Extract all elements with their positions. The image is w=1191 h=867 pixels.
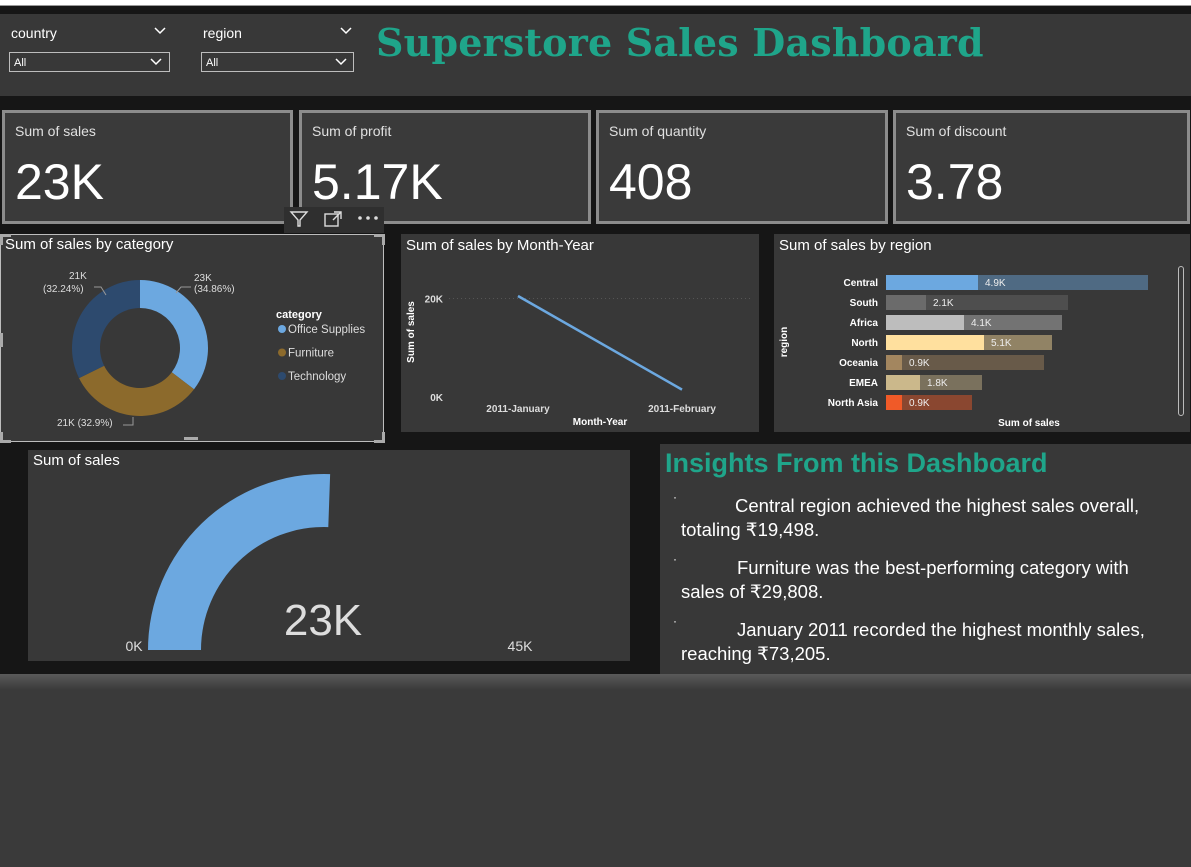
x-axis-title: Sum of sales <box>998 418 1060 429</box>
kpi-label: Sum of quantity <box>609 123 707 139</box>
legend-swatch <box>278 348 286 357</box>
gauge-chart: 23K 0K 45K <box>125 474 534 654</box>
slice-pct-label: (32.24%) <box>43 284 84 295</box>
bar <box>886 395 902 410</box>
insight-line: totaling ₹19,498. <box>681 519 820 540</box>
bar <box>886 275 978 290</box>
country-dropdown-value: All <box>14 57 27 69</box>
region-dropdown[interactable]: All <box>201 52 354 72</box>
line-chart: 20K 0K 2011-January 2011-February Month-Year… <box>406 294 751 428</box>
kpi-value: 5.17K <box>312 154 443 210</box>
kpi-card-quantity[interactable]: Sum of quantity 408 <box>596 110 888 224</box>
category-label: Africa <box>850 318 879 329</box>
focus-mode-icon[interactable] <box>323 210 343 228</box>
slice-value-label: 23K <box>194 273 212 284</box>
bar <box>886 315 964 330</box>
y-tick-label: 20K <box>425 294 444 305</box>
bar <box>886 295 926 310</box>
month-year-line-panel[interactable]: Sum of sales by Month-Year 20K 0K 2011-Jan… <box>401 234 759 432</box>
sales-gauge-panel[interactable]: Sum of sales 23K 0K 45K <box>28 450 630 661</box>
resize-handle[interactable] <box>374 432 385 443</box>
legend-title: category <box>276 309 323 321</box>
kpi-label: Sum of discount <box>906 123 1007 139</box>
category-label: South <box>850 298 878 309</box>
resize-handle[interactable] <box>184 437 198 440</box>
line-series <box>517 294 683 391</box>
legend-item: Furniture <box>288 348 334 360</box>
kpi-value: 3.78 <box>906 154 1004 210</box>
kpi-value: 23K <box>15 154 104 210</box>
legend-item: Office Supplies <box>288 324 365 336</box>
kpi-label: Sum of profit <box>312 123 392 139</box>
region-slicer-label: region <box>203 25 242 41</box>
chevron-down-icon[interactable] <box>154 27 166 35</box>
data-label: 4.1K <box>971 318 992 329</box>
data-label: 0.9K <box>909 358 930 369</box>
region-bar-panel[interactable]: Sum of sales by region Central 4.9K South 2… <box>774 234 1190 432</box>
legend-swatch <box>278 372 286 380</box>
y-tick-label: 0K <box>430 393 444 404</box>
slice-value-label: 21K (32.9%) <box>57 418 113 429</box>
resize-handle[interactable] <box>0 234 11 245</box>
bar <box>886 355 902 370</box>
kpi-value: 408 <box>609 154 693 210</box>
category-label: Oceania <box>839 358 878 369</box>
chevron-down-icon[interactable] <box>150 58 162 66</box>
resize-handle[interactable] <box>0 333 3 347</box>
slice-pct-label: (34.86%) <box>194 284 235 295</box>
x-axis-title: Month-Year <box>573 417 628 428</box>
y-axis-title: Sum of sales <box>406 301 417 363</box>
gauge-min-label: 0K <box>125 638 143 654</box>
category-label: North <box>851 338 878 349</box>
country-slicer-label: country <box>11 25 57 41</box>
data-label: 1.8K <box>927 378 948 389</box>
x-tick-label: 2011-January <box>486 404 550 415</box>
category-donut-panel[interactable]: Sum of sales by category 23K (34.86%) 21K(… <box>0 234 384 442</box>
category-label: Central <box>844 278 879 289</box>
insight-line: Furniture was the best-performing catego… <box>737 557 1129 578</box>
y-axis-title: region <box>779 327 790 358</box>
bullet-dot: · <box>673 552 677 566</box>
bar <box>886 335 984 350</box>
insights-title: Insights From this Dashboard <box>665 448 1048 478</box>
filter-icon[interactable] <box>289 210 309 228</box>
gauge-value: 23K <box>284 596 362 645</box>
slice-value-label: 21K <box>69 271 87 282</box>
region-dropdown-value: All <box>206 57 219 69</box>
chevron-down-icon[interactable] <box>335 58 347 66</box>
leader-line <box>123 417 134 426</box>
insight-line: January 2011 recorded the highest monthl… <box>737 619 1145 640</box>
data-label: 4.9K <box>985 278 1006 289</box>
legend-item: Technology <box>288 371 346 383</box>
kpi-card-discount[interactable]: Sum of discount 3.78 <box>893 110 1190 224</box>
data-label: 0.9K <box>909 398 930 409</box>
canvas-shadow <box>0 674 1191 690</box>
kpi-card-sales[interactable]: Sum of sales 23K <box>2 110 293 224</box>
category-label: North Asia <box>828 398 879 409</box>
bullet-dot: · <box>673 490 677 504</box>
bar <box>886 375 920 390</box>
insight-line: Central region achieved the highest sale… <box>735 495 1140 516</box>
chevron-down-icon[interactable] <box>340 27 352 35</box>
donut-chart: 23K(34.86%) 21K (32.24%) 21K (32.9%) categor… <box>43 271 365 429</box>
data-label: 5.1K <box>991 338 1012 349</box>
scrollbar[interactable] <box>1178 266 1184 416</box>
insights-panel: Insights From this Dashboard · Central r… <box>660 444 1191 674</box>
x-tick-label: 2011-February <box>648 404 716 415</box>
donut-slice-office-supplies <box>140 280 208 390</box>
resize-handle[interactable] <box>0 432 11 443</box>
resize-handle[interactable] <box>374 234 385 245</box>
legend-swatch <box>278 325 286 333</box>
bullet-dot: · <box>673 614 677 628</box>
kpi-label: Sum of sales <box>15 123 96 139</box>
bar-chart: Central 4.9K South 2.1K Africa 4.1K North 5.1K O… <box>779 275 1148 429</box>
insight-line: reaching ₹73,205. <box>681 643 831 664</box>
insight-line: sales of ₹29,808. <box>681 581 824 602</box>
category-label: EMEA <box>849 378 878 389</box>
data-label: 2.1K <box>933 298 954 309</box>
more-options-icon[interactable] <box>357 214 379 222</box>
dashboard-title: Superstore Sales Dashboard <box>376 20 984 65</box>
country-dropdown[interactable]: All <box>9 52 170 72</box>
gauge-max-label: 45K <box>508 638 534 654</box>
